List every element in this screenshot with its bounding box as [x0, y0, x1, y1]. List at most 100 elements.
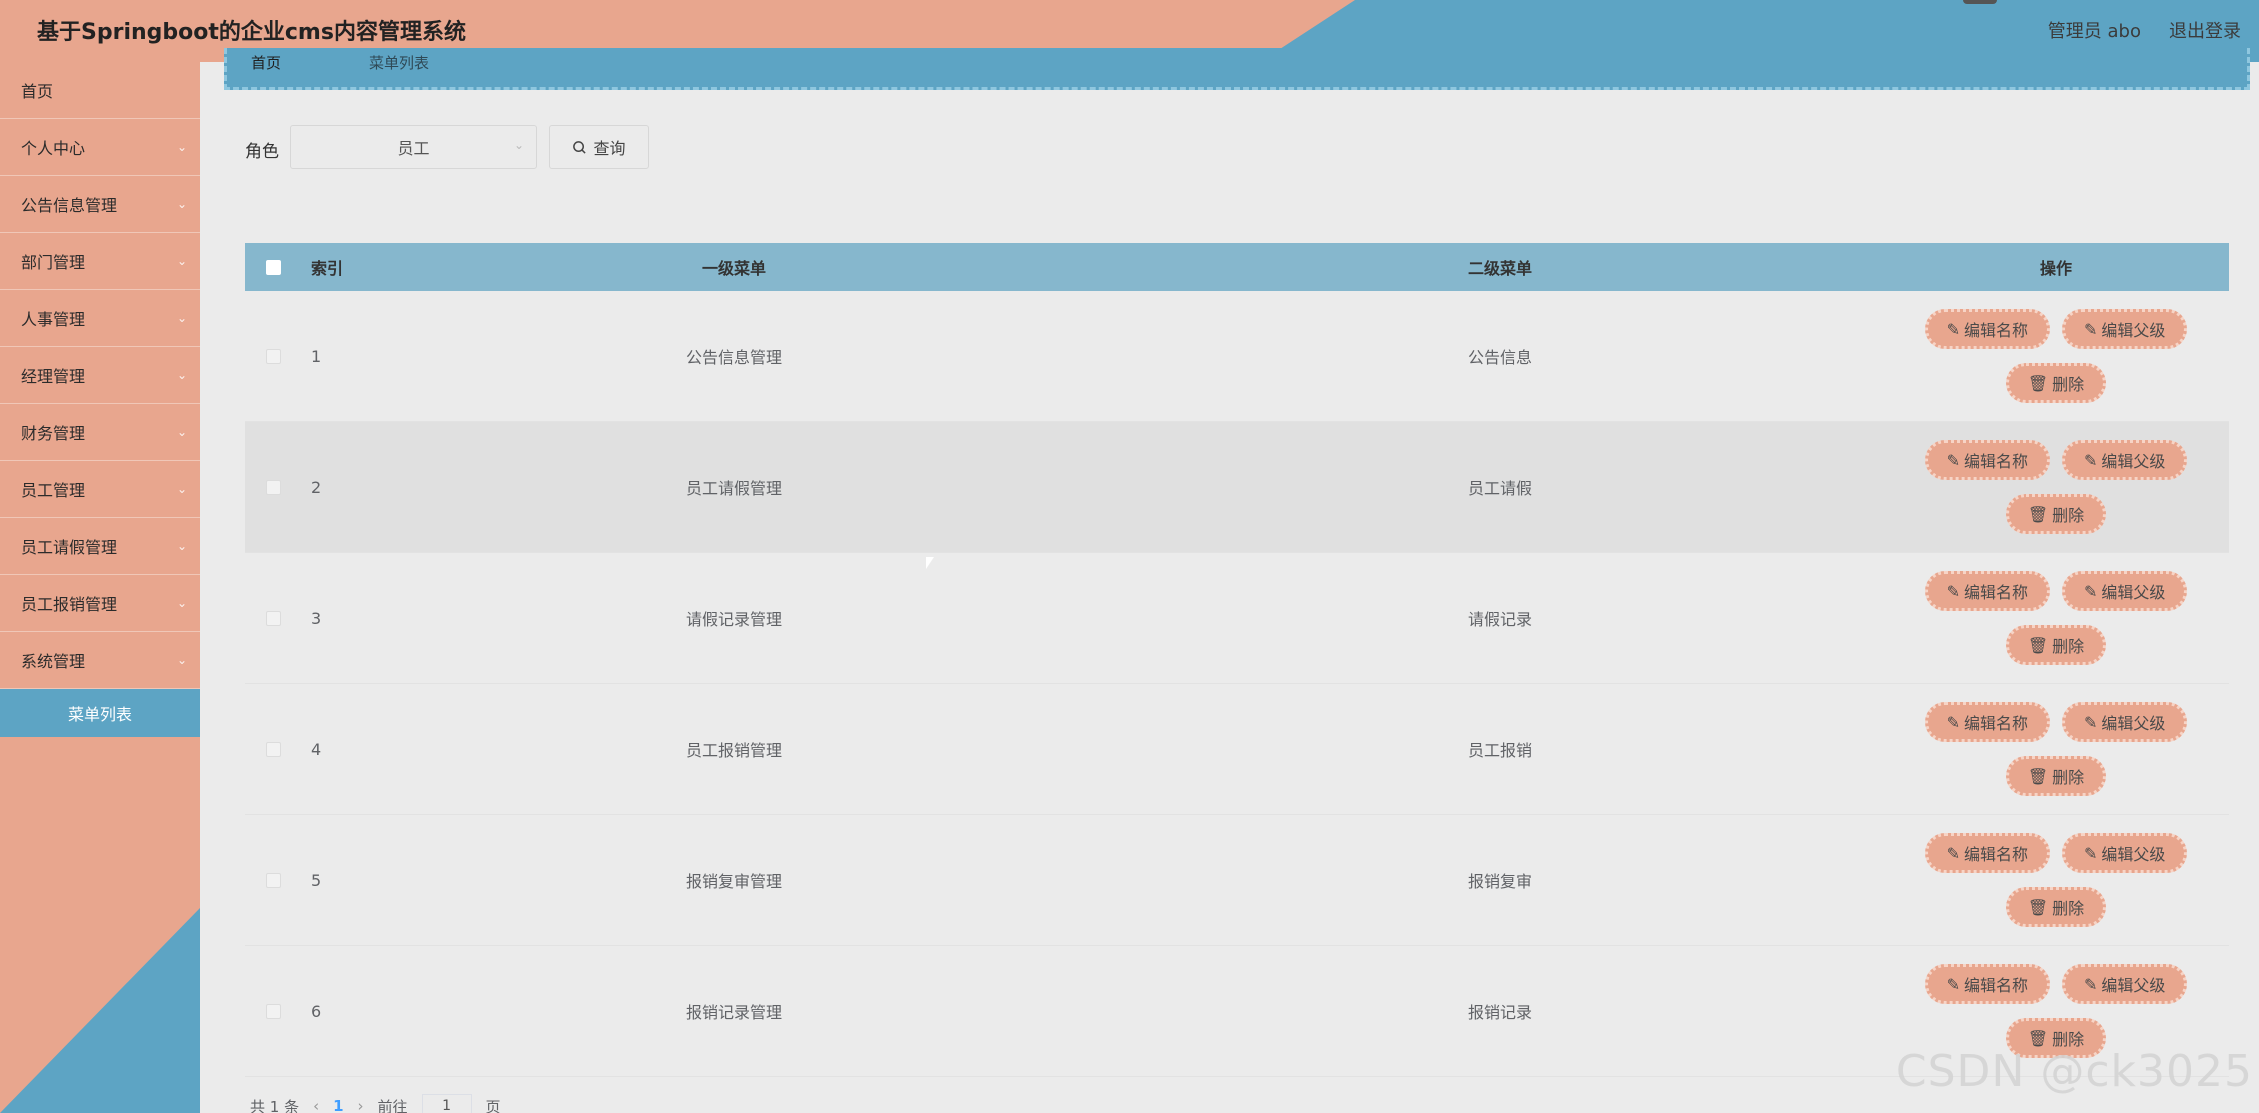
delete-button[interactable]: 🗑 删除 — [2005, 625, 2107, 665]
edit-parent-button[interactable]: ✎ 编辑父级 — [2062, 309, 2188, 349]
row-index: 2 — [311, 477, 322, 497]
delete-button[interactable]: 🗑 删除 — [2005, 494, 2107, 534]
watermark: CSDN @ck3025 — [1895, 1046, 2253, 1097]
row-index: 5 — [311, 870, 322, 890]
row-actions: ✎ 编辑名称 ✎ 编辑父级 🗑 删除 — [1883, 833, 2229, 927]
edit-name-button[interactable]: ✎ 编辑名称 — [1924, 964, 2050, 1004]
row-actions: ✎ 编辑名称 ✎ 编辑父级 🗑 删除 — [1883, 964, 2229, 1058]
row-menu2: 员工报销 — [1467, 741, 1532, 760]
row-checkbox[interactable] — [265, 741, 281, 757]
row-menu1: 报销记录管理 — [685, 1003, 782, 1022]
edit-icon: ✎ — [1946, 712, 1960, 732]
select-all-checkbox[interactable] — [265, 259, 281, 275]
row-checkbox[interactable] — [265, 610, 281, 626]
app-title: 基于Springboot的企业cms内容管理系统 — [37, 20, 466, 45]
sidebar-item[interactable]: 财务管理 ⌄ — [0, 404, 200, 461]
goto-page-input[interactable] — [421, 1094, 472, 1113]
col-actions: 操作 — [2039, 259, 2072, 278]
row-checkbox[interactable] — [265, 872, 281, 888]
edit-name-label: 编辑名称 — [1963, 976, 2028, 995]
edit-name-label: 编辑名称 — [1963, 714, 2028, 733]
chevron-down-icon: ⌄ — [176, 425, 187, 439]
page-number[interactable]: 1 — [333, 1097, 343, 1113]
edit-parent-button[interactable]: ✎ 编辑父级 — [2062, 440, 2188, 480]
table-header: 索引 一级菜单 二级菜单 操作 — [245, 243, 2229, 291]
edit-name-label: 编辑名称 — [1963, 321, 2028, 340]
delete-button[interactable]: 🗑 删除 — [2005, 756, 2107, 796]
row-index: 1 — [311, 346, 322, 366]
delete-button[interactable]: 🗑 删除 — [2005, 887, 2107, 927]
chevron-down-icon: ⌄ — [176, 653, 187, 667]
chevron-down-icon: ⌄ — [176, 596, 187, 610]
chevron-down-icon: ⌄ — [176, 311, 187, 325]
edit-icon: ✎ — [2084, 974, 2098, 994]
edit-name-label: 编辑名称 — [1963, 845, 2028, 864]
row-actions: ✎ 编辑名称 ✎ 编辑父级 🗑 删除 — [1883, 440, 2229, 534]
table-row: 3 请假记录管理 请假记录 ✎ 编辑名称 ✎ 编辑父级 🗑 删除 — [245, 553, 2229, 684]
chevron-down-icon: ⌄ — [513, 138, 524, 152]
edit-name-button[interactable]: ✎ 编辑名称 — [1924, 702, 2050, 742]
breadcrumb-home[interactable]: 首页 — [251, 52, 281, 73]
delete-button[interactable]: 🗑 删除 — [2005, 363, 2107, 403]
edit-parent-label: 编辑父级 — [2101, 321, 2166, 340]
edit-icon: ✎ — [2084, 581, 2098, 601]
prev-page-button[interactable]: ‹ — [313, 1097, 319, 1113]
current-user: 管理员 abo — [2047, 21, 2141, 42]
table-row: 1 公告信息管理 公告信息 ✎ 编辑名称 ✎ 编辑父级 🗑 删除 — [245, 291, 2229, 422]
row-menu2: 报销记录 — [1467, 1003, 1532, 1022]
sidebar-item-label: 员工管理 — [21, 481, 86, 500]
sidebar-item[interactable]: 首页 — [0, 62, 200, 119]
row-checkbox[interactable] — [265, 348, 281, 364]
pagination-total: 共 1 条 — [250, 1097, 300, 1113]
row-actions: ✎ 编辑名称 ✎ 编辑父级 🗑 删除 — [1883, 702, 2229, 796]
row-index: 6 — [311, 1001, 322, 1021]
row-menu2: 员工请假 — [1467, 479, 1532, 498]
edit-parent-button[interactable]: ✎ 编辑父级 — [2062, 702, 2188, 742]
delete-label: 删除 — [2052, 637, 2085, 656]
edit-parent-button[interactable]: ✎ 编辑父级 — [2062, 571, 2188, 611]
sidebar-subitem-menu-list[interactable]: 菜单列表 — [0, 689, 200, 737]
chevron-down-icon: ⌄ — [176, 197, 187, 211]
edit-icon: ✎ — [2084, 843, 2098, 863]
trash-icon: 🗑 — [2027, 897, 2049, 917]
next-page-button[interactable]: › — [358, 1097, 364, 1113]
chevron-down-icon: ⌄ — [176, 254, 187, 268]
edit-parent-button[interactable]: ✎ 编辑父级 — [2062, 833, 2188, 873]
sidebar-item[interactable]: 经理管理 ⌄ — [0, 347, 200, 404]
edit-name-button[interactable]: ✎ 编辑名称 — [1924, 309, 2050, 349]
edit-name-button[interactable]: ✎ 编辑名称 — [1924, 440, 2050, 480]
edit-name-button[interactable]: ✎ 编辑名称 — [1924, 571, 2050, 611]
col-menu1: 一级菜单 — [701, 259, 766, 278]
edit-parent-label: 编辑父级 — [2101, 452, 2166, 471]
sidebar-item[interactable]: 人事管理 ⌄ — [0, 290, 200, 347]
sidebar-blue-corner — [0, 908, 200, 1113]
edit-icon: ✎ — [1946, 450, 1960, 470]
sidebar-item[interactable]: 公告信息管理 ⌄ — [0, 176, 200, 233]
sidebar-item[interactable]: 员工管理 ⌄ — [0, 461, 200, 518]
row-checkbox[interactable] — [265, 1003, 281, 1019]
sidebar-item-label: 部门管理 — [21, 253, 86, 272]
row-menu2: 请假记录 — [1467, 610, 1532, 629]
query-button[interactable]: 查询 — [549, 125, 649, 169]
logout-link[interactable]: 退出登录 — [2169, 17, 2241, 43]
col-menu2: 二级菜单 — [1467, 259, 1532, 278]
trash-icon: 🗑 — [2027, 635, 2049, 655]
sidebar-item-label: 员工报销管理 — [21, 595, 118, 614]
sidebar-item[interactable]: 个人中心 ⌄ — [0, 119, 200, 176]
edit-parent-label: 编辑父级 — [2101, 845, 2166, 864]
sidebar-item[interactable]: 员工报销管理 ⌄ — [0, 575, 200, 632]
edit-parent-button[interactable]: ✎ 编辑父级 — [2062, 964, 2188, 1004]
sidebar-item[interactable]: 系统管理 ⌄ — [0, 632, 200, 689]
role-select[interactable]: 员工 ⌄ — [290, 125, 537, 169]
sidebar-item[interactable]: 员工请假管理 ⌄ — [0, 518, 200, 575]
delete-label: 删除 — [2052, 768, 2085, 787]
edit-name-label: 编辑名称 — [1963, 452, 2028, 471]
row-checkbox[interactable] — [265, 479, 281, 495]
edit-name-button[interactable]: ✎ 编辑名称 — [1924, 833, 2050, 873]
row-menu1: 公告信息管理 — [685, 348, 782, 367]
row-actions: ✎ 编辑名称 ✎ 编辑父级 🗑 删除 — [1883, 571, 2229, 665]
trash-icon: 🗑 — [2027, 504, 2049, 524]
sidebar-item[interactable]: 部门管理 ⌄ — [0, 233, 200, 290]
delete-label: 删除 — [2052, 375, 2085, 394]
sidebar-item-label: 公告信息管理 — [21, 196, 118, 215]
